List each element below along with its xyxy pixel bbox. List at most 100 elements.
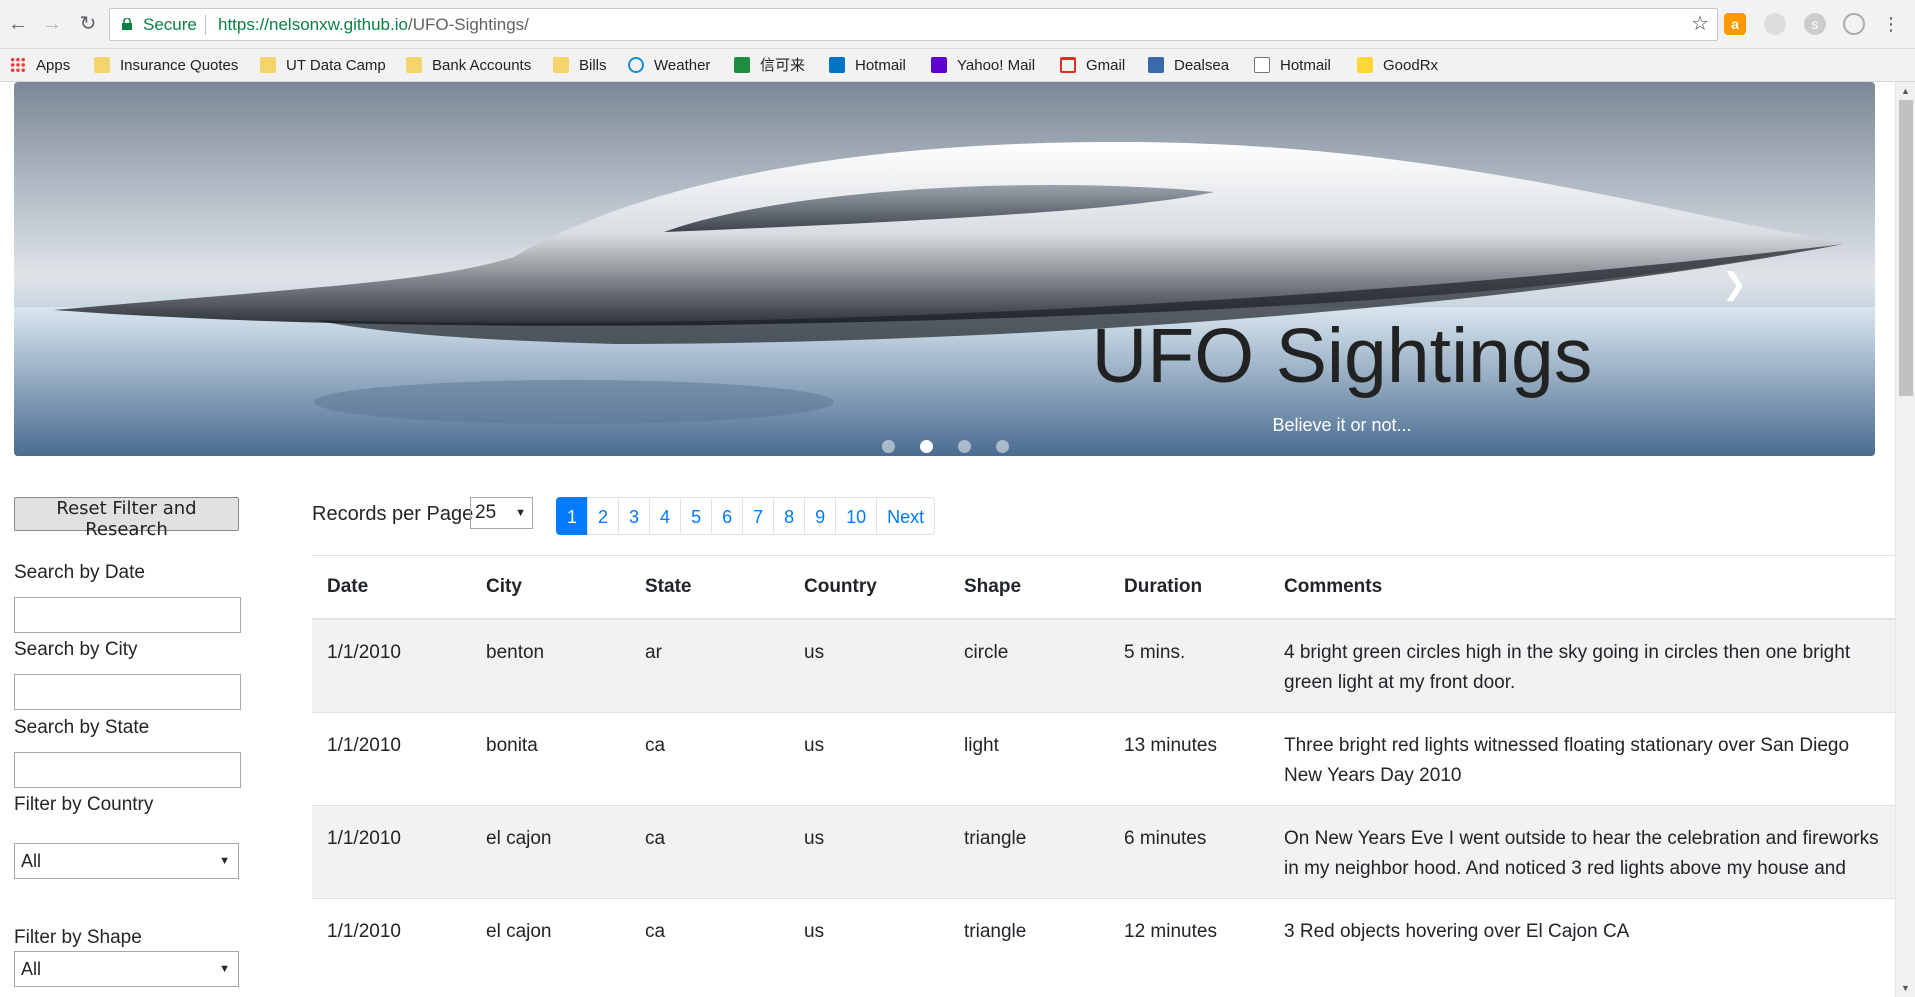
filter-country-label: Filter by Country <box>14 794 154 815</box>
bookmark-label: GoodRx <box>1383 57 1439 74</box>
scroll-down-icon[interactable]: ▼ <box>1901 983 1910 993</box>
search-date-input[interactable] <box>14 597 241 633</box>
bookmark-dealsea[interactable]: Dealsea <box>1148 55 1229 77</box>
search-city-label: Search by City <box>14 639 138 660</box>
bookmark-label: 信可来 <box>760 57 806 74</box>
page-link-5[interactable]: 5 <box>680 497 713 535</box>
page-link-6[interactable]: 6 <box>711 497 744 535</box>
cell-date: 1/1/2010 <box>312 711 471 805</box>
search-state-input[interactable] <box>14 752 241 788</box>
page-link-8[interactable]: 8 <box>773 497 806 535</box>
vertical-scrollbar[interactable]: ▲ ▼ <box>1895 82 1915 997</box>
bookmark-weather[interactable]: Weather <box>628 55 710 77</box>
folder-icon <box>553 57 569 73</box>
bookmarks-bar: Apps Insurance Quotes UT Data Camp Bank … <box>0 49 1915 82</box>
yahoo-icon <box>931 57 947 73</box>
reload-icon[interactable]: ↻ <box>76 12 100 36</box>
table-row: 1/1/2010 el cajon ca us triangle 12 minu… <box>312 897 1895 961</box>
scroll-up-icon[interactable]: ▲ <box>1901 86 1910 96</box>
secure-label: Secure <box>143 15 197 34</box>
folder-icon <box>406 57 422 73</box>
cell-city: bonita <box>471 711 630 805</box>
bookmark-gmail[interactable]: Gmail <box>1060 55 1125 77</box>
url-host: https://nelsonxw.github.io <box>218 15 408 34</box>
bookmark-xinkelai[interactable]: 信可来 <box>734 55 805 77</box>
page-link-10[interactable]: 10 <box>835 497 878 535</box>
bookmark-label: Gmail <box>1086 57 1126 74</box>
bookmark-hotmail[interactable]: Hotmail <box>829 55 906 77</box>
shape-select[interactable]: All ▼ <box>14 951 239 987</box>
forward-icon[interactable]: → <box>40 12 64 36</box>
folder-icon <box>94 57 110 73</box>
page-link-3[interactable]: 3 <box>618 497 651 535</box>
dropdown-caret-icon: ▼ <box>219 963 230 975</box>
cell-state: ca <box>630 804 789 898</box>
bookmark-goodrx[interactable]: GoodRx <box>1357 55 1438 77</box>
back-icon[interactable]: ← <box>6 12 30 36</box>
bookmark-insurance-quotes[interactable]: Insurance Quotes <box>94 55 238 77</box>
bookmark-label: Yahoo! Mail <box>957 57 1036 74</box>
page-link-4[interactable]: 4 <box>649 497 682 535</box>
table-header-row: Date City State Country Shape Duration C… <box>312 555 1895 620</box>
records-per-page-label: Records per Page <box>312 503 474 525</box>
records-per-page-select[interactable]: 25 ▼ <box>470 497 533 529</box>
ufo-sightings-table: Date City State Country Shape Duration C… <box>312 555 1895 961</box>
bookmark-label: UT Data Camp <box>286 57 386 74</box>
cell-city: el cajon <box>471 897 630 961</box>
cell-city: el cajon <box>471 804 630 898</box>
filter-shape-label: Filter by Shape <box>14 927 142 948</box>
cell-shape: circle <box>949 618 1109 712</box>
cell-comments: 3 Red objects hovering over El Cajon CA <box>1269 897 1895 961</box>
address-divider <box>205 15 206 35</box>
cell-state: ar <box>630 618 789 712</box>
cell-date: 1/1/2010 <box>312 618 471 712</box>
page-link-1[interactable]: 1 <box>556 497 589 535</box>
skype-extension-icon[interactable]: s <box>1804 13 1826 35</box>
folder-icon <box>260 57 276 73</box>
search-date-label: Search by Date <box>14 562 145 583</box>
bookmark-ut-data-camp[interactable]: UT Data Camp <box>260 55 386 77</box>
bookmark-label: Insurance Quotes <box>120 57 239 74</box>
page-link-7[interactable]: 7 <box>742 497 775 535</box>
amazon-extension-icon[interactable]: a <box>1724 13 1746 35</box>
bookmark-bank-accounts[interactable]: Bank Accounts <box>406 55 531 77</box>
bookmark-hotmail-2[interactable]: Hotmail <box>1254 55 1331 77</box>
carousel-indicator-3[interactable] <box>958 440 971 453</box>
table-row: 1/1/2010 bonita ca us light 13 minutes T… <box>312 711 1895 805</box>
page-link-9[interactable]: 9 <box>804 497 837 535</box>
cell-duration: 13 minutes <box>1109 711 1269 805</box>
bookmark-label: Apps <box>36 57 71 74</box>
scrollbar-thumb[interactable] <box>1899 100 1913 396</box>
mirror-extension-icon[interactable] <box>1843 13 1865 35</box>
page-next-link[interactable]: Next <box>876 497 936 535</box>
cell-state: ca <box>630 711 789 805</box>
carousel-indicator-2[interactable] <box>920 440 933 453</box>
menu-kebab-icon[interactable]: ⋮ <box>1880 13 1902 35</box>
country-select[interactable]: All ▼ <box>14 843 239 879</box>
header-state: State <box>630 555 789 620</box>
bookmark-label: Hotmail <box>1280 57 1331 74</box>
carousel-indicator-1[interactable] <box>882 440 895 453</box>
bookmark-apps[interactable]: Apps <box>10 55 70 77</box>
bookmark-star-icon[interactable]: ☆ <box>1691 9 1709 40</box>
cell-country: us <box>789 897 949 961</box>
gmail-icon <box>1060 57 1076 73</box>
cell-duration: 6 minutes <box>1109 804 1269 898</box>
cell-shape: light <box>949 711 1109 805</box>
address-bar[interactable]: Secure https://nelsonxw.github.io/UFO-Si… <box>109 8 1718 41</box>
search-city-input[interactable] <box>14 674 241 710</box>
header-comments: Comments <box>1269 555 1895 620</box>
bookmark-bills[interactable]: Bills <box>553 55 607 77</box>
page-content: UFO Sightings Believe it or not... ❯ Res… <box>0 82 1895 997</box>
url-path: /UFO-Sightings/ <box>407 15 529 34</box>
url-text[interactable]: https://nelsonxw.github.io/UFO-Sightings… <box>218 9 529 40</box>
cell-shape: triangle <box>949 897 1109 961</box>
bookmark-label: Hotmail <box>855 57 906 74</box>
carousel-next-icon[interactable]: ❯ <box>1722 267 1747 302</box>
page-link-2[interactable]: 2 <box>587 497 620 535</box>
reset-filter-button[interactable]: Reset Filter and Research <box>14 497 239 540</box>
bookmark-yahoo-mail[interactable]: Yahoo! Mail <box>931 55 1035 77</box>
page-icon <box>1254 57 1270 73</box>
carousel-indicator-4[interactable] <box>996 440 1009 453</box>
circle-extension-icon[interactable] <box>1764 13 1786 35</box>
